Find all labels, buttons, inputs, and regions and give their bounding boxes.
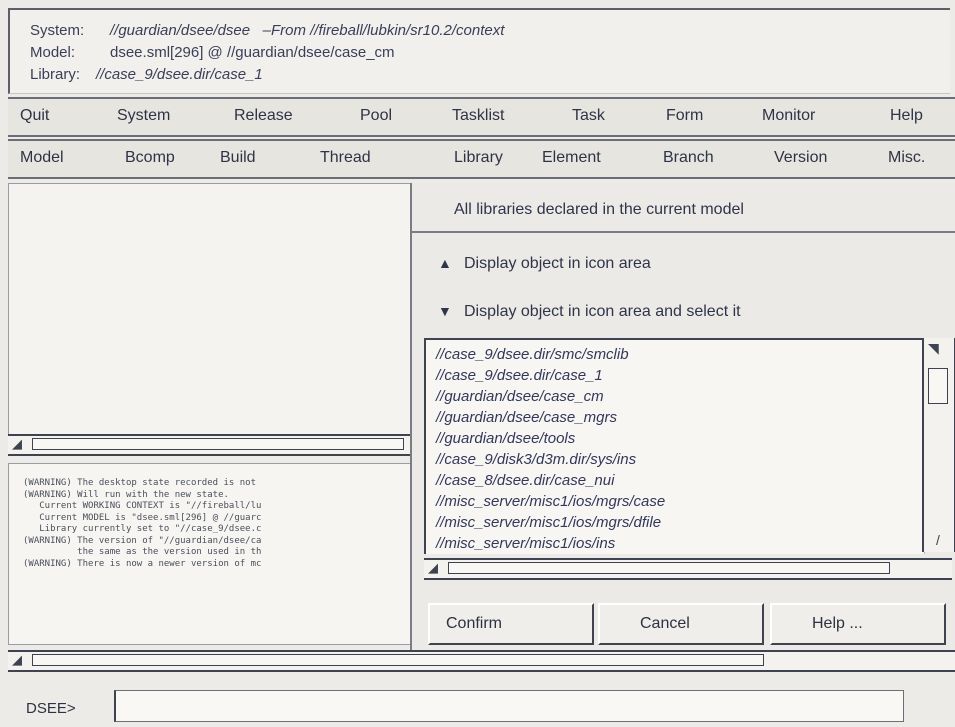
list-item[interactable]: //guardian/dsee/case_cm [436,388,604,405]
system-line: System: //guardian/dsee/dsee –From //fire… [30,22,504,39]
chevron-down-icon: ▼ [438,303,452,319]
option-display-select-label: Display object in icon area and select i… [464,303,741,320]
menu-branch[interactable]: Branch [663,149,714,167]
help-button[interactable]: Help ... [770,603,946,645]
menu-version[interactable]: Version [774,149,827,167]
list-item[interactable]: //case_9/dsee.dir/case_1 [436,367,603,384]
confirm-button[interactable]: Confirm [428,603,594,645]
menu-element[interactable]: Element [542,149,601,167]
library-label: Library: [30,66,81,83]
library-listbox[interactable]: //case_9/dsee.dir/smc/smclib //case_9/ds… [424,338,925,554]
list-item[interactable]: //case_9/disk3/d3m.dir/sys/ins [436,451,636,468]
list-item[interactable]: //case_8/dsee.dir/case_nui [436,472,614,489]
menu-task[interactable]: Task [572,107,605,125]
dialog-title-text: All libraries declared in the current mo… [454,201,744,218]
icon-area[interactable] [8,183,412,435]
command-prompt: DSEE> [0,682,955,727]
library-dialog: All libraries declared in the current mo… [410,183,955,661]
menu-form[interactable]: Form [666,107,703,125]
prompt-label: DSEE> [26,700,76,717]
cancel-button[interactable]: Cancel [598,603,764,645]
menu-system[interactable]: System [117,107,170,125]
help-label: Help ... [812,615,863,632]
scroll-thumb[interactable] [928,368,948,404]
system-path: //guardian/dsee/dsee [110,22,251,39]
menu-release[interactable]: Release [234,107,293,125]
log-line: (WARNING) The desktop state recorded is … [23,478,256,488]
list-item[interactable]: //misc_server/misc1/ios/ins [436,535,615,552]
menu-pool[interactable]: Pool [360,107,392,125]
list-item[interactable]: //guardian/dsee/case_mgrs [436,409,617,426]
option-display-and-select[interactable]: ▼ Display object in icon area and select … [438,303,741,321]
log-line: (WARNING) There is now a newer version o… [23,558,262,569]
scroll-left-icon[interactable]: ◢ [428,561,444,575]
menu-help[interactable]: Help [890,107,923,125]
scroll-thumb[interactable] [448,562,890,574]
menu-model[interactable]: Model [20,149,64,167]
triangle-up-icon: ▲ [438,255,452,271]
library-hscrollbar[interactable]: ◢ [424,558,952,580]
dialog-title: All libraries declared in the current mo… [412,183,955,233]
message-log[interactable]: (WARNING) The desktop state recorded is … [8,463,412,645]
dsee-window: System: //guardian/dsee/dsee –From //fire… [0,0,955,727]
menu-quit[interactable]: Quit [20,107,49,125]
log-line: the same as the version used in th [23,547,262,557]
menu-thread[interactable]: Thread [320,149,371,167]
model-label: Model: [30,44,76,61]
icon-area-hscrollbar[interactable]: ◢ [8,434,410,456]
menubar-secondary: Model Bcomp Build Thread Library Element… [8,139,955,179]
menu-build[interactable]: Build [220,149,256,167]
menu-bcomp[interactable]: Bcomp [125,149,175,167]
option-display-object[interactable]: ▲ Display object in icon area [438,255,651,273]
log-line: Library currently set to "//case_9/dsee.… [23,524,262,534]
resize-corner-icon: / [936,532,940,548]
log-line: Current WORKING CONTEXT is "//fireball/l… [23,501,262,511]
model-line: Model: dsee.sml[296] @ //guardian/dsee/ca… [30,44,395,61]
log-line: (WARNING) The version of "//guardian/dse… [23,535,262,546]
menu-library[interactable]: Library [454,149,503,167]
library-line: Library: //case_9/dsee.dir/case_1 [30,66,263,83]
log-line: Current MODEL is "dsee.sml[296] @ //guar… [23,512,262,523]
confirm-label: Confirm [446,615,503,632]
system-label: System: [30,22,85,39]
list-item[interactable]: //case_9/dsee.dir/smc/smclib [436,346,629,363]
cancel-label: Cancel [640,615,690,632]
command-input[interactable] [114,690,904,722]
context-info-panel: System: //guardian/dsee/dsee –From //fire… [8,8,950,94]
list-item[interactable]: //misc_server/misc1/ios/mgrs/case [436,493,665,510]
scroll-left-icon[interactable]: ◢ [12,653,28,667]
menu-misc[interactable]: Misc. [888,149,925,167]
main-hscrollbar[interactable]: ◢ [8,650,955,672]
model-value: dsee.sml[296] @ //guardian/dsee/case_cm [110,44,395,61]
library-value: //case_9/dsee.dir/case_1 [96,66,263,83]
library-vscrollbar[interactable]: ◥ / [922,338,955,552]
menubar-primary: Quit System Release Pool Tasklist Task F… [8,97,955,137]
log-line: (WARNING) Will run with the new state. [23,489,229,500]
list-item[interactable]: //guardian/dsee/tools [436,430,575,447]
menu-tasklist[interactable]: Tasklist [452,107,504,125]
option-display-label: Display object in icon area [464,255,651,272]
list-item[interactable]: //misc_server/misc1/ios/mgrs/dfile [436,514,661,531]
scroll-thumb[interactable] [32,654,764,666]
system-from: –From //fireball/lubkin/sr10.2/context [262,22,505,39]
scroll-thumb[interactable] [32,438,404,450]
scroll-up-icon[interactable]: ◥ [928,340,939,357]
scroll-left-icon[interactable]: ◢ [12,437,28,451]
menu-monitor[interactable]: Monitor [762,107,815,125]
